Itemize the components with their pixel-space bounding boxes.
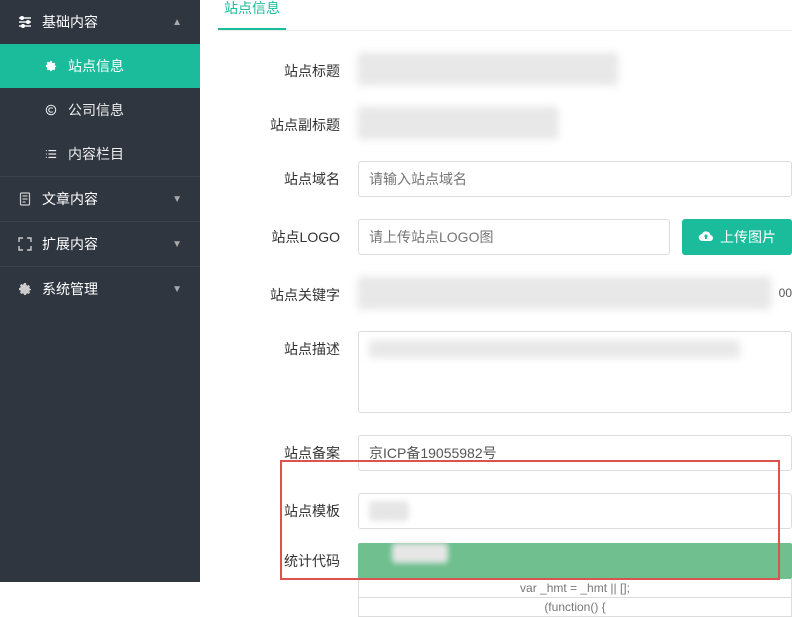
caret-up-icon: ▲ bbox=[172, 17, 182, 28]
site-icp-input[interactable] bbox=[358, 435, 792, 471]
label-site-icp: 站点备案 bbox=[218, 435, 358, 463]
sidebar-item-company-info[interactable]: 公司信息 bbox=[0, 88, 200, 132]
caret-down-icon: ▼ bbox=[172, 284, 182, 295]
upload-image-button[interactable]: 上传图片 bbox=[682, 219, 792, 255]
label-site-keywords: 站点关键字 bbox=[218, 277, 358, 305]
stats-blurred-overlay bbox=[392, 543, 448, 563]
nav-group-label: 文章内容 bbox=[42, 189, 98, 209]
nav-group-extensions[interactable]: 扩展内容 ▼ bbox=[0, 221, 200, 266]
site-title-input[interactable] bbox=[358, 53, 618, 85]
sliders-icon bbox=[18, 15, 32, 29]
nav-sub-label: 站点信息 bbox=[68, 56, 124, 76]
caret-down-icon: ▼ bbox=[172, 194, 182, 205]
label-site-template: 站点模板 bbox=[218, 493, 358, 521]
site-subtitle-input[interactable] bbox=[358, 107, 558, 139]
expand-icon bbox=[18, 237, 32, 251]
site-keywords-input[interactable] bbox=[358, 277, 771, 309]
nav-group-label: 系统管理 bbox=[42, 279, 98, 299]
site-domain-input[interactable] bbox=[358, 161, 792, 197]
sidebar-item-site-info[interactable]: 站点信息 bbox=[0, 44, 200, 88]
tab-site-info[interactable]: 站点信息 bbox=[218, 0, 286, 30]
main-panel: 站点信息 站点标题 站点副标题 站点域名 站点LOGO bbox=[200, 0, 792, 582]
label-site-subtitle: 站点副标题 bbox=[218, 107, 358, 135]
nav-group-basic[interactable]: 基础内容 ▲ bbox=[0, 0, 200, 44]
label-site-title: 站点标题 bbox=[218, 53, 358, 81]
keywords-trail-text: 00 bbox=[779, 286, 792, 300]
caret-down-icon: ▼ bbox=[172, 239, 182, 250]
template-value-blurred bbox=[369, 501, 409, 521]
site-logo-input[interactable] bbox=[358, 219, 670, 255]
site-template-input[interactable] bbox=[358, 493, 792, 529]
list-icon bbox=[44, 148, 58, 160]
nav-group-label: 基础内容 bbox=[42, 12, 98, 32]
nav-group-articles[interactable]: 文章内容 ▼ bbox=[0, 176, 200, 221]
label-site-domain: 站点域名 bbox=[218, 161, 358, 189]
nav-group-label: 扩展内容 bbox=[42, 234, 98, 254]
doc-icon bbox=[18, 192, 32, 206]
settings-form: 站点标题 站点副标题 站点域名 站点LOGO bbox=[218, 53, 792, 617]
copyright-icon bbox=[44, 104, 58, 116]
nav-sub-label: 公司信息 bbox=[68, 100, 124, 120]
nav-sub-label: 内容栏目 bbox=[68, 144, 124, 164]
upload-button-label: 上传图片 bbox=[720, 227, 776, 247]
gear-icon bbox=[18, 282, 32, 296]
label-site-logo: 站点LOGO bbox=[218, 219, 358, 247]
label-stats-code: 统计代码 bbox=[218, 543, 358, 571]
label-site-desc: 站点描述 bbox=[218, 331, 358, 359]
site-desc-textarea[interactable] bbox=[358, 331, 792, 413]
nav-group-system[interactable]: 系统管理 ▼ bbox=[0, 266, 200, 311]
sidebar: 基础内容 ▲ 站点信息 公司信息 内容栏目 文章内容 ▼ bbox=[0, 0, 200, 582]
cloud-upload-icon bbox=[698, 229, 714, 246]
tab-bar: 站点信息 bbox=[218, 0, 792, 31]
gear-icon bbox=[44, 60, 58, 72]
code-line-2: (function() { bbox=[358, 598, 792, 617]
sidebar-item-content-columns[interactable]: 内容栏目 bbox=[0, 132, 200, 176]
